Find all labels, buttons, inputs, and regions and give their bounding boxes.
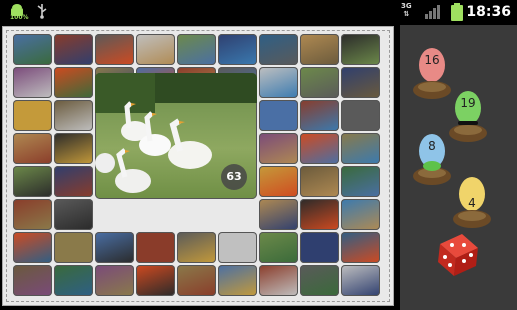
goose-big-tile[interactable]: 63 bbox=[95, 73, 257, 199]
board-tile[interactable] bbox=[300, 100, 339, 131]
player-1-egg[interactable]: 16 bbox=[412, 47, 452, 109]
board-tile[interactable] bbox=[13, 133, 52, 164]
board-tile[interactable] bbox=[341, 265, 380, 296]
player-score: 19 bbox=[460, 96, 476, 110]
network-indicator: 3G ⇅ bbox=[401, 2, 412, 18]
board-tile[interactable] bbox=[54, 166, 93, 197]
battery-icon bbox=[451, 3, 463, 21]
dice-icon[interactable] bbox=[434, 230, 482, 278]
board-tile[interactable] bbox=[95, 265, 134, 296]
board-tile[interactable] bbox=[259, 166, 298, 197]
player-4-egg[interactable]: 4 bbox=[452, 176, 492, 238]
status-bar: 100% 3G ⇅ 18:36 bbox=[0, 0, 517, 25]
board-tile[interactable] bbox=[300, 67, 339, 98]
board-tile[interactable] bbox=[300, 133, 339, 164]
board-tile[interactable] bbox=[259, 100, 298, 131]
board-tile[interactable] bbox=[177, 265, 216, 296]
usb-icon bbox=[37, 4, 47, 19]
board-tile[interactable] bbox=[218, 232, 257, 263]
board-tile[interactable] bbox=[177, 232, 216, 263]
board-tile[interactable] bbox=[13, 265, 52, 296]
board-tile[interactable] bbox=[13, 199, 52, 230]
network-type: 3G bbox=[401, 2, 412, 10]
board-tile[interactable] bbox=[259, 265, 298, 296]
board-tile[interactable] bbox=[136, 232, 175, 263]
board-tile[interactable] bbox=[54, 100, 93, 131]
data-arrows-icon: ⇅ bbox=[403, 10, 410, 18]
board-tile[interactable] bbox=[13, 67, 52, 98]
board-tile[interactable] bbox=[136, 34, 175, 65]
board-tile[interactable] bbox=[13, 232, 52, 263]
board-tile[interactable] bbox=[95, 232, 134, 263]
board-tile[interactable] bbox=[95, 34, 134, 65]
board-tile[interactable] bbox=[300, 265, 339, 296]
board-tile[interactable] bbox=[54, 232, 93, 263]
player-score: 4 bbox=[468, 196, 476, 210]
board-tile[interactable] bbox=[13, 34, 52, 65]
signal-icon bbox=[425, 5, 440, 19]
board-tile[interactable] bbox=[300, 199, 339, 230]
board-tile[interactable] bbox=[218, 265, 257, 296]
board-tile[interactable] bbox=[13, 100, 52, 131]
board-tile[interactable] bbox=[341, 34, 380, 65]
player-score: 8 bbox=[428, 139, 436, 153]
clock: 18:36 bbox=[466, 4, 511, 20]
player-2-egg[interactable]: 19 bbox=[448, 90, 488, 152]
board-tile[interactable] bbox=[341, 100, 380, 131]
player-score: 16 bbox=[424, 53, 440, 67]
board-tile[interactable] bbox=[54, 133, 93, 164]
board-tile[interactable] bbox=[259, 232, 298, 263]
board-tile[interactable] bbox=[341, 133, 380, 164]
board-tile[interactable] bbox=[341, 166, 380, 197]
board-tile[interactable] bbox=[341, 232, 380, 263]
battery-text: 100% bbox=[10, 14, 29, 21]
board-tile[interactable] bbox=[259, 34, 298, 65]
board-tile[interactable] bbox=[259, 199, 298, 230]
board-tile[interactable] bbox=[300, 232, 339, 263]
board-tile[interactable] bbox=[259, 133, 298, 164]
board-tile[interactable] bbox=[300, 166, 339, 197]
board-tile[interactable] bbox=[218, 34, 257, 65]
player-3-egg[interactable]: 8 bbox=[412, 133, 452, 195]
board-tile[interactable] bbox=[13, 166, 52, 197]
board-tile[interactable] bbox=[341, 67, 380, 98]
board-tile[interactable] bbox=[54, 34, 93, 65]
board-tile[interactable] bbox=[300, 34, 339, 65]
board-tile[interactable] bbox=[54, 67, 93, 98]
board-tile[interactable] bbox=[341, 199, 380, 230]
board-tile[interactable] bbox=[136, 265, 175, 296]
board-tile[interactable] bbox=[259, 67, 298, 98]
player-panel: 16 19 8 4 bbox=[400, 25, 517, 310]
board-tile[interactable] bbox=[54, 265, 93, 296]
tile-number-badge: 63 bbox=[221, 164, 247, 190]
board-tile[interactable] bbox=[177, 34, 216, 65]
board-tile[interactable] bbox=[54, 199, 93, 230]
